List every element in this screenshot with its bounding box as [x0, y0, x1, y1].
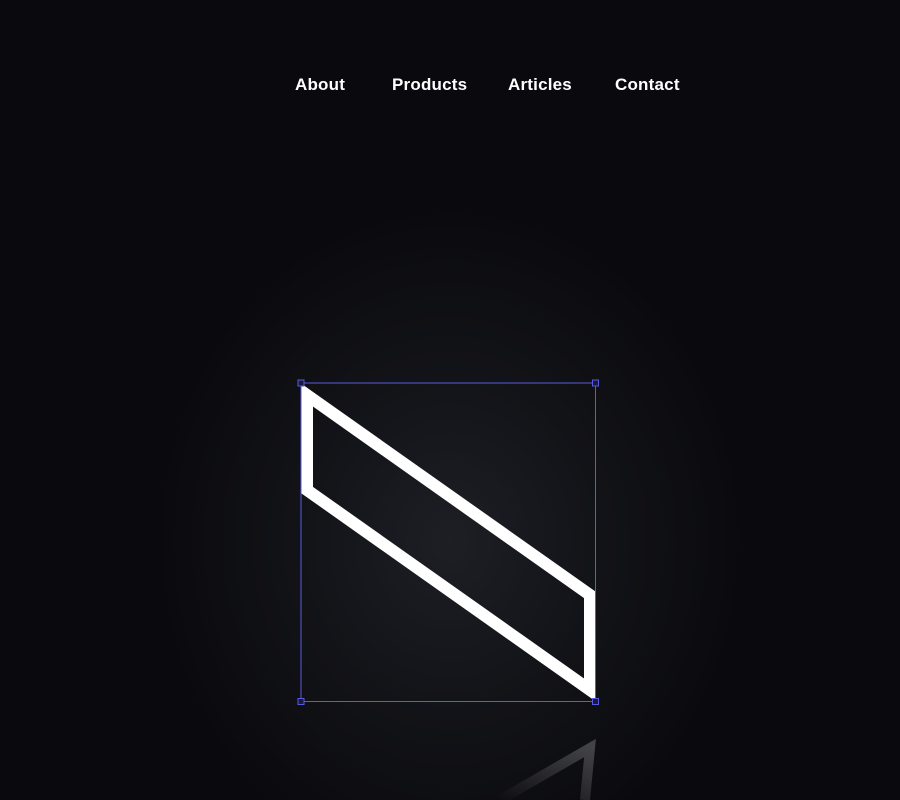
- parallelogram-logo-icon[interactable]: [301, 383, 596, 702]
- resize-handle-top-left[interactable]: [297, 379, 305, 387]
- canvas: [297, 379, 599, 800]
- resize-handle-top-right[interactable]: [592, 379, 599, 387]
- faded-triangle-shape: [497, 738, 596, 800]
- resize-handle-bottom-right[interactable]: [592, 698, 599, 705]
- selection-box[interactable]: [297, 379, 599, 705]
- resize-handle-bottom-left[interactable]: [297, 698, 305, 705]
